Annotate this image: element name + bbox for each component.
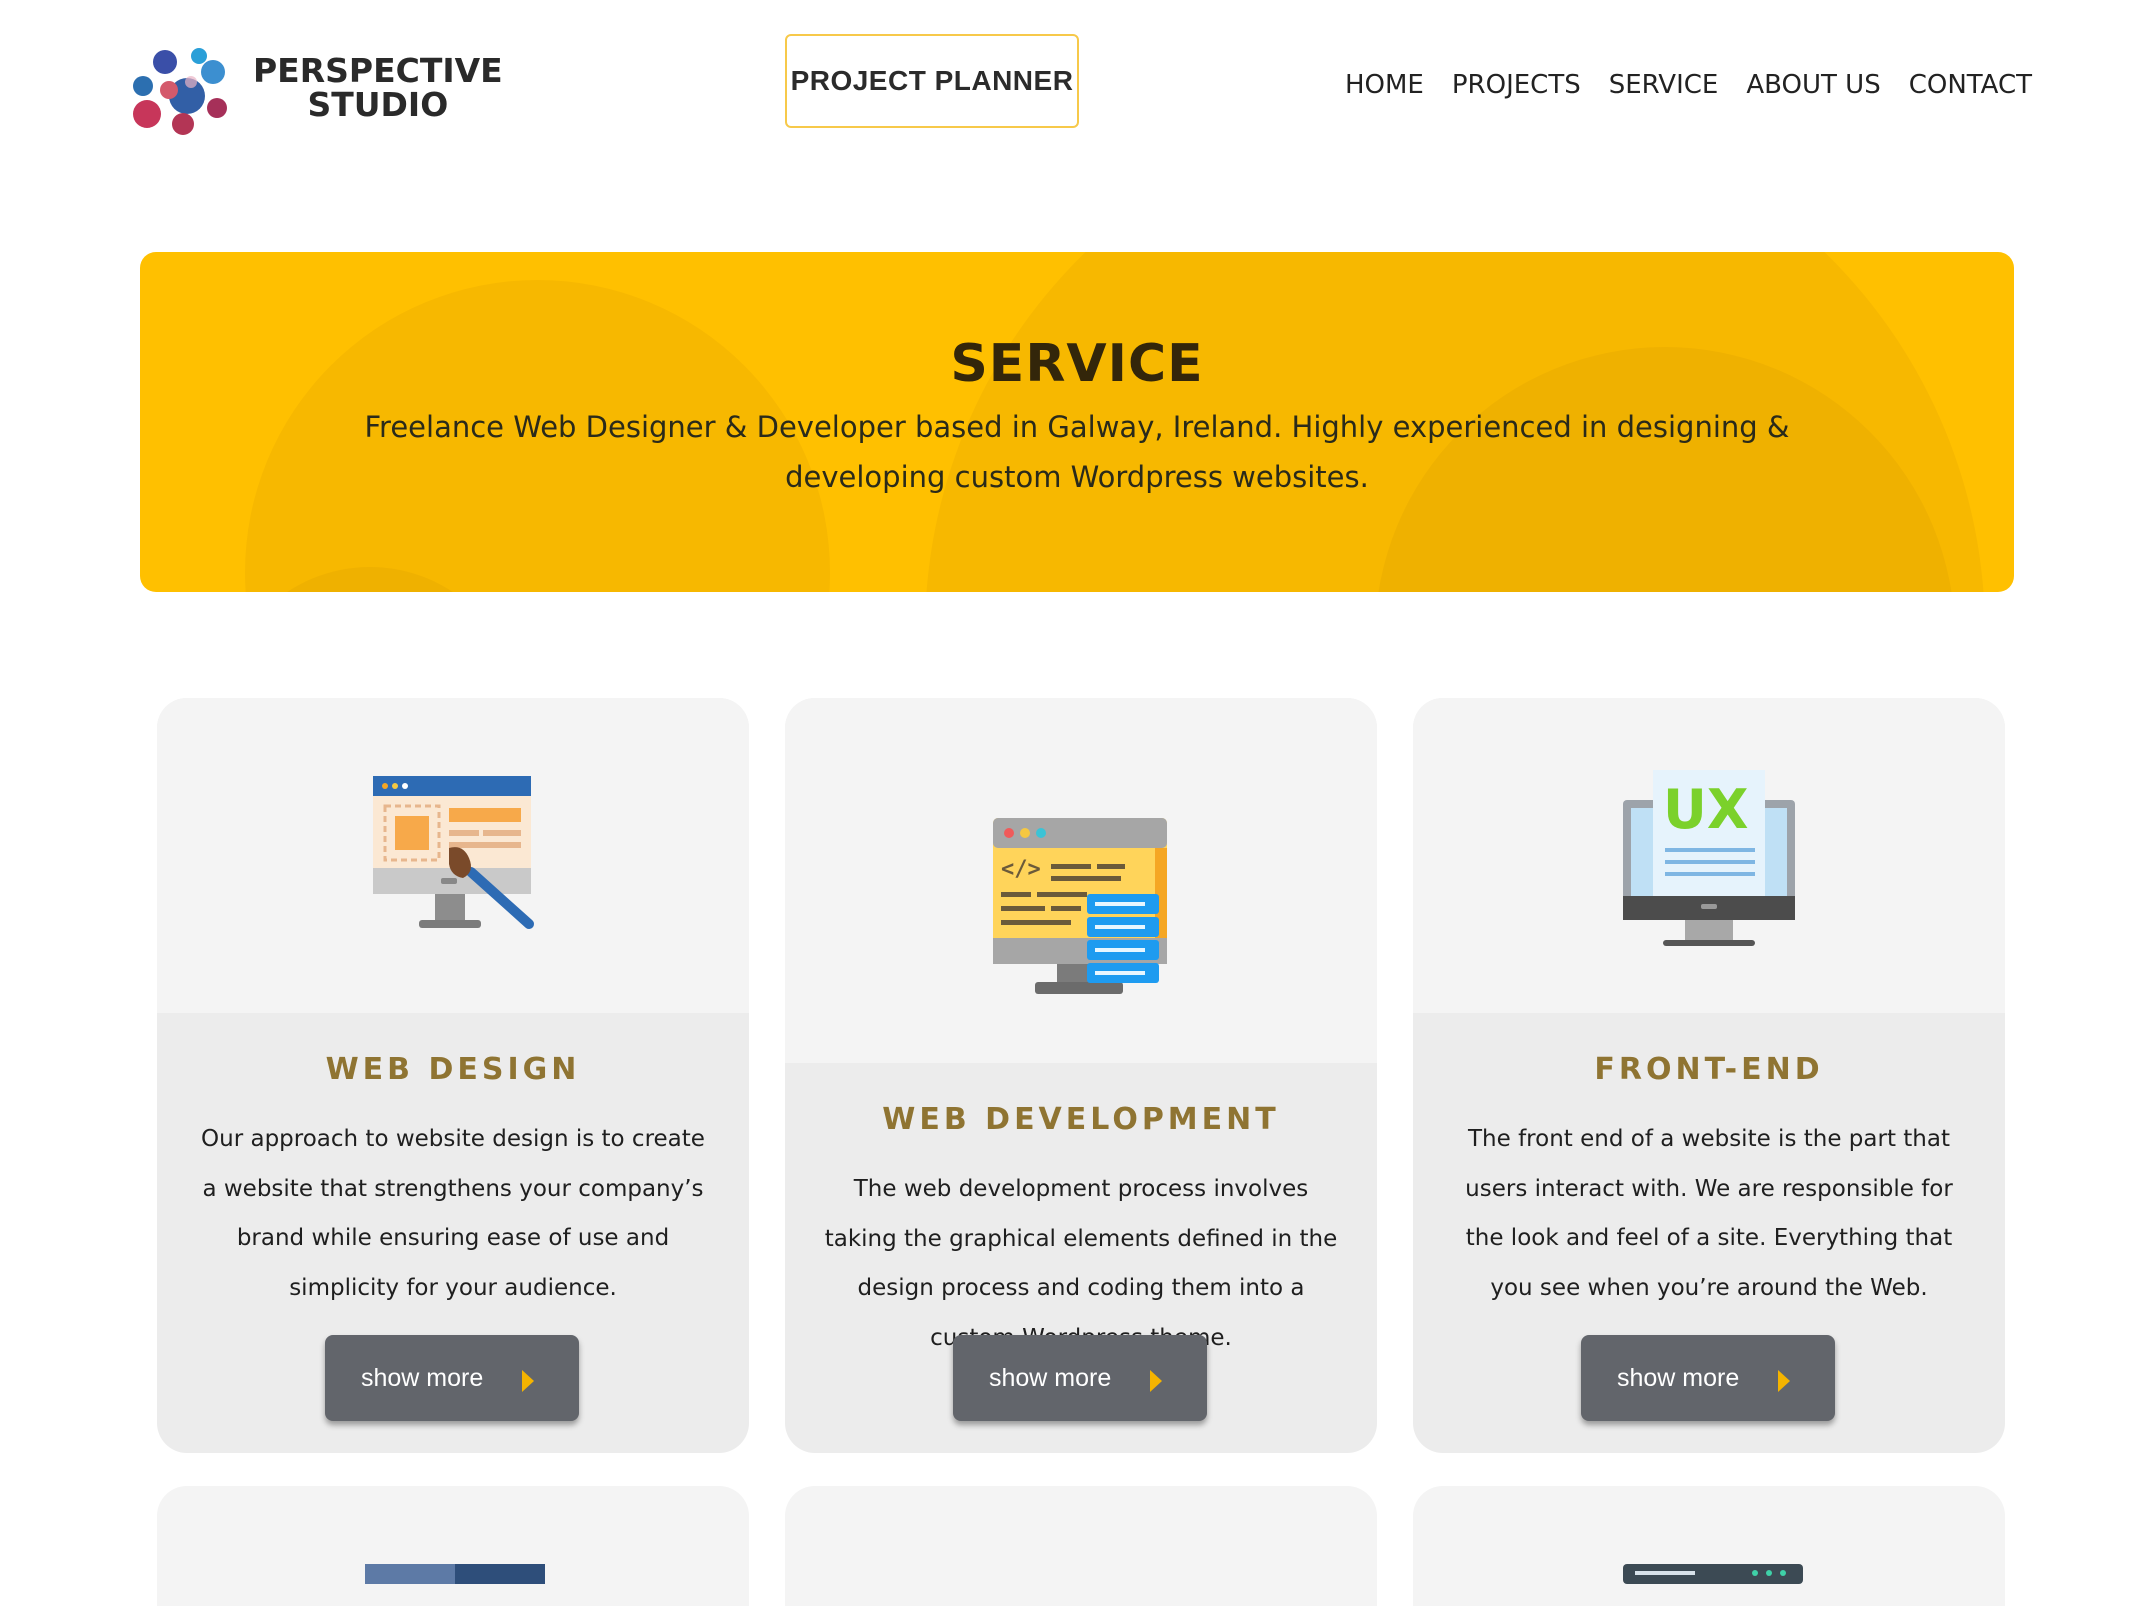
- hero-subtitle: Freelance Web Designer & Developer based…: [364, 410, 1790, 494]
- web-design-icon: [373, 776, 534, 929]
- service-card-web-development: </> WEB DEVELOPMENT The web development …: [785, 698, 1377, 1453]
- show-more-button[interactable]: show more: [953, 1335, 1207, 1421]
- svg-text:UX: UX: [1663, 778, 1748, 841]
- nav-projects[interactable]: PROJECTS: [1452, 70, 1581, 100]
- site-logo[interactable]: PERSPECTIVE STUDIO: [125, 42, 525, 137]
- card-description: Our approach to website design is to cre…: [201, 1126, 705, 1301]
- web-development-icon: </>: [993, 818, 1167, 994]
- service-hero: SERVICE Freelance Web Designer & Develop…: [140, 252, 2014, 592]
- ux-monitor-icon: UX: [1623, 770, 1795, 946]
- arrow-right-icon: [1150, 1370, 1162, 1392]
- arrow-right-icon: [1778, 1370, 1790, 1392]
- show-more-button[interactable]: show more: [325, 1335, 579, 1421]
- logo-text: PERSPECTIVE STUDIO: [253, 54, 503, 122]
- svg-text:</>: </>: [1001, 857, 1041, 882]
- service-card-partial: [785, 1486, 1377, 1606]
- card-image-area: UX: [1413, 698, 2005, 1013]
- service-card-partial: [1413, 1486, 2005, 1606]
- card-description: The web development process involves tak…: [824, 1176, 1338, 1351]
- service-card-web-design: WEB DESIGN Our approach to website desig…: [157, 698, 749, 1453]
- logo-molecule-icon: [133, 48, 227, 135]
- nav-about-us[interactable]: ABOUT US: [1746, 70, 1880, 100]
- card-description: The front end of a website is the part t…: [1465, 1126, 1953, 1301]
- card-image-area: [157, 698, 749, 1013]
- show-more-label: show more: [1617, 1363, 1740, 1392]
- project-planner-button[interactable]: PROJECT PLANNER: [785, 34, 1079, 128]
- arrow-right-icon: [522, 1370, 534, 1392]
- show-more-button[interactable]: show more: [1581, 1335, 1835, 1421]
- logo-line-2: STUDIO: [307, 85, 449, 124]
- card-image-area: </>: [785, 698, 1377, 1063]
- main-nav: HOME PROJECTS SERVICE ABOUT US CONTACT: [1317, 70, 2032, 100]
- nav-contact[interactable]: CONTACT: [1909, 70, 2032, 100]
- nav-home[interactable]: HOME: [1345, 70, 1424, 100]
- page-title: SERVICE: [950, 334, 1204, 394]
- service-card-front-end: UX FRONT-END The front end of a website …: [1413, 698, 2005, 1453]
- show-more-label: show more: [989, 1363, 1112, 1392]
- show-more-label: show more: [361, 1363, 484, 1392]
- service-icon-partial: [1623, 1564, 1803, 1584]
- card-title: WEB DESIGN: [325, 1052, 581, 1087]
- nav-service[interactable]: SERVICE: [1609, 70, 1719, 100]
- card-title: WEB DEVELOPMENT: [882, 1102, 1280, 1137]
- service-icon-partial: [365, 1564, 545, 1584]
- service-card-partial: [157, 1486, 749, 1606]
- logo-line-1: PERSPECTIVE: [253, 51, 503, 90]
- card-title: FRONT-END: [1594, 1052, 1824, 1087]
